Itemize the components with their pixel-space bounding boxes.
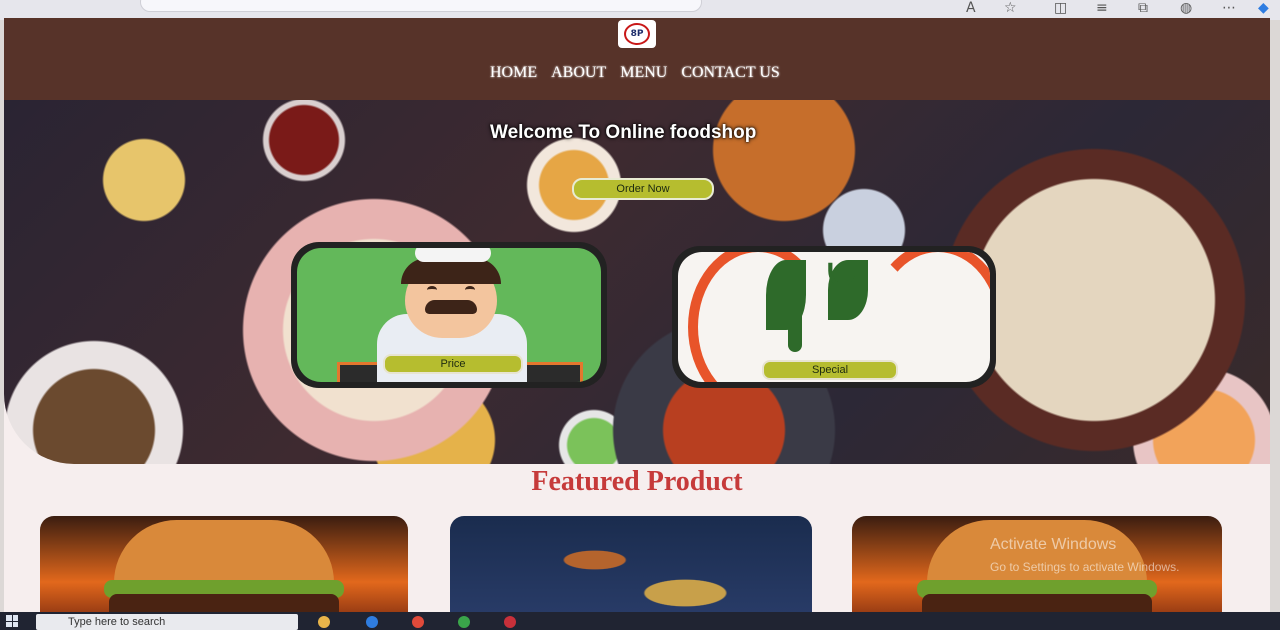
meat-dish-image bbox=[550, 526, 690, 616]
spoon-icon bbox=[788, 282, 802, 352]
collections-icon[interactable]: ⧉ bbox=[1138, 0, 1148, 16]
price-label[interactable]: Price bbox=[383, 354, 523, 374]
special-card[interactable]: Ψ Special bbox=[672, 246, 996, 388]
product-card[interactable] bbox=[450, 516, 812, 618]
fork-icon: Ψ bbox=[826, 256, 858, 302]
order-now-button[interactable]: Order Now bbox=[572, 178, 714, 200]
web-page: 8P HOME ABOUT MENU CONTACT US Welcome To… bbox=[4, 18, 1270, 618]
nav-about[interactable]: ABOUT bbox=[551, 64, 606, 82]
site-logo[interactable]: 8P bbox=[618, 20, 656, 48]
extensions-icon[interactable]: ◍ bbox=[1180, 0, 1192, 16]
browser-toolbar: A ☆ ◫ ≡ ⧉ ◍ ⋯ ◆ bbox=[0, 0, 1280, 20]
nav-contact-us[interactable]: CONTACT US bbox=[681, 64, 779, 82]
featured-heading: Featured Product bbox=[531, 466, 743, 497]
address-bar[interactable] bbox=[140, 0, 702, 12]
hero-banner: Welcome To Online foodshop Order Now Pri… bbox=[4, 100, 1270, 464]
favorites-icon[interactable]: ≡ bbox=[1096, 0, 1108, 16]
favorite-star-icon[interactable]: ☆ bbox=[1004, 0, 1017, 16]
windows-start-icon[interactable] bbox=[6, 615, 18, 627]
read-aloud-icon[interactable]: A bbox=[966, 0, 976, 16]
product-card[interactable] bbox=[40, 516, 408, 618]
copilot-icon[interactable]: ◆ bbox=[1258, 0, 1269, 16]
site-header: 8P HOME ABOUT MENU CONTACT US bbox=[4, 18, 1270, 100]
watermark-title: Activate Windows bbox=[990, 536, 1117, 553]
app-icon[interactable] bbox=[458, 616, 470, 628]
more-icon[interactable]: ⋯ bbox=[1222, 0, 1236, 16]
activate-windows-watermark: Activate Windows Go to Settings to activ… bbox=[990, 534, 1179, 578]
logo-mark: 8P bbox=[624, 23, 650, 45]
main-nav: HOME ABOUT MENU CONTACT US bbox=[490, 64, 780, 82]
price-card[interactable]: Price bbox=[291, 242, 607, 388]
edge-browser-icon[interactable] bbox=[366, 616, 378, 628]
file-explorer-icon[interactable] bbox=[318, 616, 330, 628]
chef-eye-left bbox=[427, 286, 437, 294]
chef-hat-shape bbox=[415, 248, 491, 262]
windows-taskbar: Type here to search bbox=[0, 612, 1280, 630]
taskbar-search-input[interactable]: Type here to search bbox=[36, 614, 298, 630]
watermark-subtitle: Go to Settings to activate Windows. bbox=[990, 560, 1180, 574]
nav-menu[interactable]: MENU bbox=[620, 64, 667, 82]
special-label[interactable]: Special bbox=[762, 360, 898, 380]
nav-home[interactable]: HOME bbox=[490, 64, 537, 82]
chrome-browser-icon[interactable] bbox=[412, 616, 424, 628]
chef-eye-right bbox=[465, 286, 475, 294]
split-screen-icon[interactable]: ◫ bbox=[1054, 0, 1067, 16]
chef-mustache-shape bbox=[425, 300, 477, 314]
app-icon[interactable] bbox=[504, 616, 516, 628]
hero-title: Welcome To Online foodshop bbox=[490, 122, 757, 143]
